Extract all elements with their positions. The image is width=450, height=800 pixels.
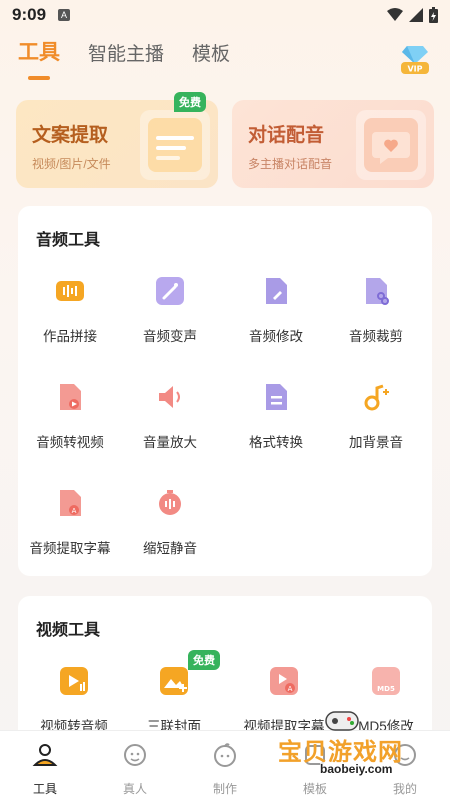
- magic-wand-icon: [156, 277, 184, 305]
- tool-audio-subtitle[interactable]: A 音频提取字幕: [18, 488, 122, 557]
- tool-label: 缩短静音: [143, 541, 197, 556]
- chat-heart-icon: [356, 110, 426, 180]
- wifi-icon: [387, 8, 403, 21]
- vip-diamond-icon[interactable]: VIP: [398, 42, 432, 76]
- audio-to-video-icon: [60, 384, 81, 410]
- edit-file-icon: [266, 278, 287, 304]
- nav-label: 模板: [302, 782, 327, 796]
- nav-label: 工具: [32, 782, 57, 796]
- battery-icon: [429, 7, 438, 23]
- nav-tools[interactable]: 工具: [0, 731, 90, 800]
- watermark-url: baobeiy.com: [320, 762, 393, 776]
- tool-work-splice[interactable]: 作品拼接: [18, 276, 122, 345]
- tool-label: 音频提取字幕: [29, 541, 111, 556]
- md5-icon: MD5: [372, 667, 400, 695]
- tools-person-icon: [32, 744, 58, 766]
- tool-label: 作品拼接: [43, 329, 97, 344]
- document-extract-icon: [140, 110, 210, 180]
- tool-triple-cover[interactable]: 三联封面: [122, 666, 226, 735]
- tool-label: 格式转换: [249, 435, 303, 450]
- tool-label: 音频修改: [249, 329, 303, 344]
- svg-text:MD5: MD5: [377, 685, 395, 693]
- nav-label: 制作: [212, 782, 237, 796]
- hero-cards: 文案提取 视频/图片/文件 免费 对话配音 多主播对话配音: [16, 92, 434, 188]
- tool-video-to-audio[interactable]: 视频转音频: [22, 666, 126, 735]
- signal-icon: [409, 8, 423, 22]
- free-badge: 免费: [188, 650, 220, 670]
- speaker-icon: [159, 386, 180, 408]
- svg-text:A: A: [72, 507, 77, 515]
- tab-templates[interactable]: 模板: [192, 39, 230, 80]
- dialogue-dubbing-card[interactable]: 对话配音 多主播对话配音: [232, 100, 434, 188]
- nav-make[interactable]: 制作: [180, 731, 270, 800]
- format-file-icon: [266, 384, 287, 410]
- svg-text:VIP: VIP: [407, 65, 422, 74]
- tool-label: 音量放大: [143, 435, 197, 450]
- tool-video-subtitle[interactable]: A 视频提取字幕: [232, 666, 336, 735]
- scissors-file-icon: [366, 278, 389, 305]
- waveform-icon: [56, 281, 84, 301]
- music-note-icon: [364, 384, 389, 411]
- tool-volume-boost[interactable]: 音量放大: [118, 382, 222, 451]
- audio-tools-section: 音频工具 作品拼接 音频变声 音频修改 音频裁剪 音频转视频 音量放大 格式转换…: [18, 206, 432, 576]
- notification-a-icon: A: [58, 9, 71, 21]
- status-bar: 9:09 A: [0, 0, 450, 30]
- video-to-audio-icon: [60, 667, 88, 695]
- tool-audio-to-video[interactable]: 音频转视频: [18, 382, 122, 451]
- gamepad-logo-icon: [325, 711, 359, 731]
- headset-person-icon: [124, 744, 146, 766]
- tool-label: 音频变声: [143, 329, 197, 344]
- cover-grid-icon: [160, 667, 188, 695]
- video-tools-title: 视频工具: [36, 622, 101, 639]
- tab-smart-anchor[interactable]: 智能主播: [88, 39, 164, 80]
- audio-tools-title: 音频工具: [36, 232, 101, 249]
- timer-icon: [159, 490, 181, 515]
- tool-label: 加背景音: [349, 435, 403, 450]
- nav-label: 我的: [392, 782, 417, 796]
- tool-voice-change[interactable]: 音频变声: [118, 276, 222, 345]
- video-tools-section: 视频工具 视频转音频 三联封面 A 视频提取字幕 MD5 MD5修改 免费: [18, 596, 432, 746]
- svg-text:A: A: [288, 685, 293, 693]
- tool-shorten-silence[interactable]: 缩短静音: [118, 488, 222, 557]
- tool-add-bgm[interactable]: 加背景音: [324, 382, 428, 451]
- free-badge: 免费: [174, 92, 206, 112]
- tool-label: 音频裁剪: [349, 329, 403, 344]
- watermark: 宝贝游戏网 baobeiy.com: [278, 711, 418, 780]
- top-tabs: 工具 智能主播 模板: [18, 36, 230, 80]
- nav-label: 真人: [122, 782, 147, 796]
- subtitle-file-icon: A: [60, 490, 81, 516]
- status-time: 9:09: [12, 5, 47, 24]
- tool-label: 音频转视频: [36, 435, 104, 450]
- tool-audio-edit[interactable]: 音频修改: [224, 276, 328, 345]
- tool-format-convert[interactable]: 格式转换: [224, 382, 328, 451]
- face-icon: [214, 743, 236, 767]
- nav-real-person[interactable]: 真人: [90, 731, 180, 800]
- copy-extract-card[interactable]: 文案提取 视频/图片/文件 免费: [16, 92, 218, 188]
- tab-tools[interactable]: 工具: [18, 36, 60, 80]
- video-subtitle-icon: A: [270, 667, 298, 695]
- tool-audio-trim[interactable]: 音频裁剪: [324, 276, 428, 345]
